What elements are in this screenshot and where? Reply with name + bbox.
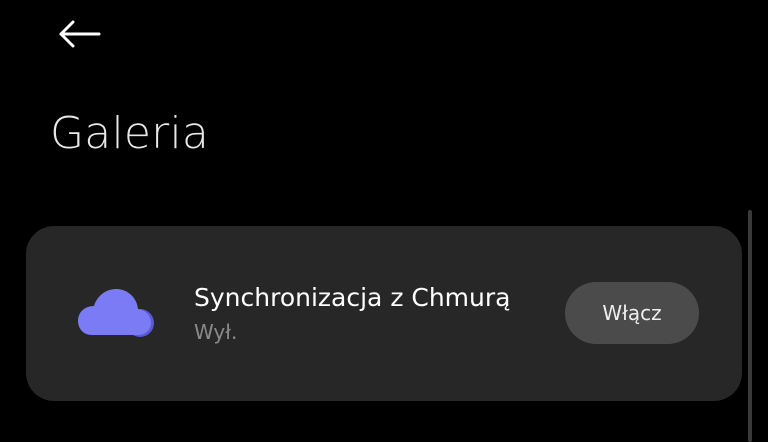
page-title: Galeria [50, 108, 210, 159]
cloud-sync-card[interactable]: Synchronizacja z Chmurą Wył. Włącz [26, 226, 742, 401]
arrow-left-icon [59, 20, 101, 48]
sync-status: Wył. [194, 320, 238, 344]
scrollbar[interactable] [748, 210, 752, 442]
cloud-icon [78, 289, 154, 337]
back-button[interactable] [52, 14, 106, 54]
enable-button[interactable]: Włącz [565, 282, 699, 344]
card-title: Synchronizacja z Chmurą [194, 283, 511, 312]
